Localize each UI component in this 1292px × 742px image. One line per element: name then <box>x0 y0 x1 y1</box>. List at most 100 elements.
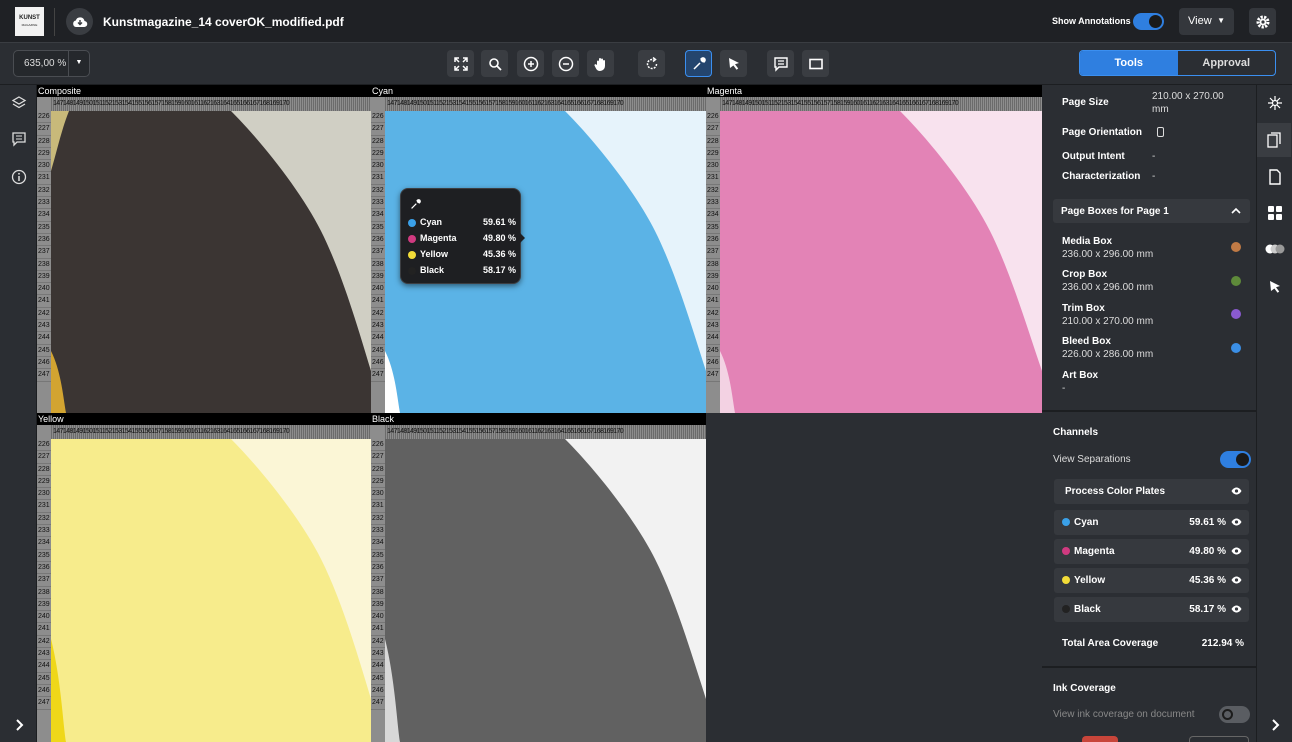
ruler-tick-label: 228 <box>37 136 51 148</box>
ruler-tick-label: 236 <box>371 234 385 247</box>
total-area-coverage-value: 212.94 % <box>1201 638 1244 649</box>
ruler-tick-label: 238 <box>706 259 720 271</box>
ruler-tick-label: 231 <box>371 172 385 185</box>
show-annotations-toggle[interactable] <box>1133 13 1164 30</box>
overprint-button[interactable] <box>1265 239 1285 259</box>
panel-title: Cyan <box>371 85 706 97</box>
ruler-tick-label: 241 <box>371 295 385 308</box>
composite-panel[interactable]: Composite 147148149150151152153154155156… <box>37 85 371 413</box>
ruler-tick-label: 234 <box>706 209 720 222</box>
ruler-tick-label: 244 <box>37 660 51 673</box>
rotate-button[interactable] <box>638 50 665 77</box>
magenta-panel[interactable]: Magenta 14714814915015115215315415515615… <box>706 85 1042 413</box>
ruler-tick-label: 242 <box>37 636 51 649</box>
horizontal-ruler: 1471481491501511521531541551561571581591… <box>51 97 371 111</box>
hand-icon <box>593 57 605 71</box>
zoom-dropdown-button[interactable]: ▼ <box>68 51 89 76</box>
ruler-tick-label: 246 <box>371 685 385 698</box>
ink-coverage-swatch <box>1082 736 1118 742</box>
bleed-box-size: 226.00 x 286.00 mm <box>1062 349 1154 360</box>
ruler-tick-label: 230 <box>37 160 51 173</box>
vertical-ruler: 226 227 228 229 230 231 232 233 234 235 236 237 238 2… <box>706 97 720 413</box>
separations-tool-button[interactable] <box>1265 93 1285 113</box>
ruler-tick-label: 229 <box>371 476 385 489</box>
composite-image <box>51 111 371 413</box>
yellow-panel[interactable]: Yellow 147148149150151152153154155156157… <box>37 413 371 742</box>
ruler-tick-label: 246 <box>706 357 720 370</box>
fit-page-button[interactable] <box>447 50 474 77</box>
zoom-out-button[interactable] <box>552 50 579 77</box>
channel-row-black[interactable]: Black 58.17 % <box>1054 597 1249 622</box>
app-logo: KUNST MAGAZINE <box>15 7 44 36</box>
channel-row-cyan[interactable]: Cyan 59.61 % <box>1054 510 1249 535</box>
page-size-unit: mm <box>1152 104 1169 115</box>
ruler-tick-label: 234 <box>37 209 51 222</box>
view-dropdown[interactable]: View ▼ <box>1179 8 1234 35</box>
info-icon <box>11 169 26 184</box>
ink-coverage-button[interactable] <box>1189 736 1249 742</box>
expand-left-button[interactable] <box>9 715 28 734</box>
ruler-tick-label: 232 <box>371 513 385 526</box>
yellow-separation-image <box>51 439 371 742</box>
black-swatch <box>408 266 416 275</box>
layers-button[interactable] <box>9 93 28 112</box>
ruler-tick-label: 240 <box>37 611 51 624</box>
eye-icon <box>1231 605 1242 613</box>
ruler-tick-label: 230 <box>371 488 385 501</box>
tab-approval[interactable]: Approval <box>1178 51 1276 75</box>
black-panel[interactable]: Black 1471481491501511521531541551561571… <box>371 413 706 742</box>
ruler-tick-label: 241 <box>371 623 385 636</box>
process-color-plates-row[interactable]: Process Color Plates <box>1054 479 1249 504</box>
ruler-tick-label: 240 <box>371 611 385 624</box>
comment-tool-button[interactable] <box>767 50 794 77</box>
grid-view-button[interactable] <box>1265 203 1285 223</box>
document-button[interactable] <box>1265 167 1285 187</box>
overprint-icon <box>1265 244 1285 254</box>
pan-tool-button[interactable] <box>587 50 614 77</box>
info-button[interactable] <box>9 167 28 186</box>
horizontal-ruler: 1471481491501511521531541551561571581591… <box>385 425 706 439</box>
tab-tools[interactable]: Tools <box>1080 51 1178 75</box>
settings-button[interactable] <box>1249 8 1276 35</box>
ruler-tick-label: 241 <box>37 623 51 636</box>
crop-box-label: Crop Box <box>1062 269 1107 280</box>
rectangle-tool-button[interactable] <box>802 50 829 77</box>
media-box-label: Media Box <box>1062 236 1113 247</box>
eyedropper-tool-button[interactable] <box>685 50 712 77</box>
horizontal-ruler: 1471481491501511521531541551561571581591… <box>720 97 1042 111</box>
page-orientation-label: Page Orientation <box>1062 127 1143 138</box>
expand-right-button[interactable] <box>1265 715 1285 735</box>
bleed-box-label: Bleed Box <box>1062 336 1111 347</box>
tooltip-row-black: Black 58.17 % <box>408 265 516 277</box>
ruler-tick-label: 236 <box>37 562 51 575</box>
pages-tool-button[interactable] <box>1257 123 1291 157</box>
ruler-tick-label: 233 <box>37 525 51 538</box>
document-filename: Kunstmagazine_14 coverOK_modified.pdf <box>103 15 344 29</box>
characterization-label: Characterization <box>1062 171 1141 182</box>
channel-row-yellow[interactable]: Yellow 45.36 % <box>1054 568 1249 593</box>
cloud-download-button[interactable] <box>66 8 93 35</box>
vertical-ruler: 226 227 228 229 230 231 232 233 234 235 236 237 238 2… <box>37 425 51 742</box>
panel-title: Magenta <box>706 85 1042 97</box>
pointer-tool-button[interactable] <box>1265 277 1285 297</box>
ruler-tick-label: 239 <box>37 599 51 612</box>
ruler-tick-label: 242 <box>706 308 720 321</box>
page-boxes-header[interactable]: Page Boxes for Page 1 <box>1053 199 1250 223</box>
ruler-tick-label: 235 <box>37 222 51 234</box>
channel-row-magenta[interactable]: Magenta 49.80 % <box>1054 539 1249 564</box>
search-button[interactable] <box>481 50 508 77</box>
chevron-up-icon <box>1231 207 1241 214</box>
zoom-in-button[interactable] <box>517 50 544 77</box>
caret-down-icon: ▼ <box>1217 16 1225 25</box>
ruler-tick-label: 226 <box>37 111 51 124</box>
ruler-tick-label: 231 <box>37 500 51 513</box>
comments-button[interactable] <box>9 129 28 148</box>
ruler-tick-label: 247 <box>371 697 385 710</box>
ink-coverage-toggle[interactable] <box>1219 706 1250 723</box>
zoom-select[interactable]: 635,00 % ▼ <box>13 50 90 77</box>
eyedropper-readout-tooltip: Cyan 59.61 % Magenta 49.80 % Yellow 45.36 %… <box>400 188 525 284</box>
ruler-tick-label: 233 <box>706 197 720 210</box>
total-area-coverage-label: Total Area Coverage <box>1062 638 1159 649</box>
select-tool-button[interactable] <box>720 50 747 77</box>
view-separations-toggle[interactable] <box>1220 451 1251 468</box>
